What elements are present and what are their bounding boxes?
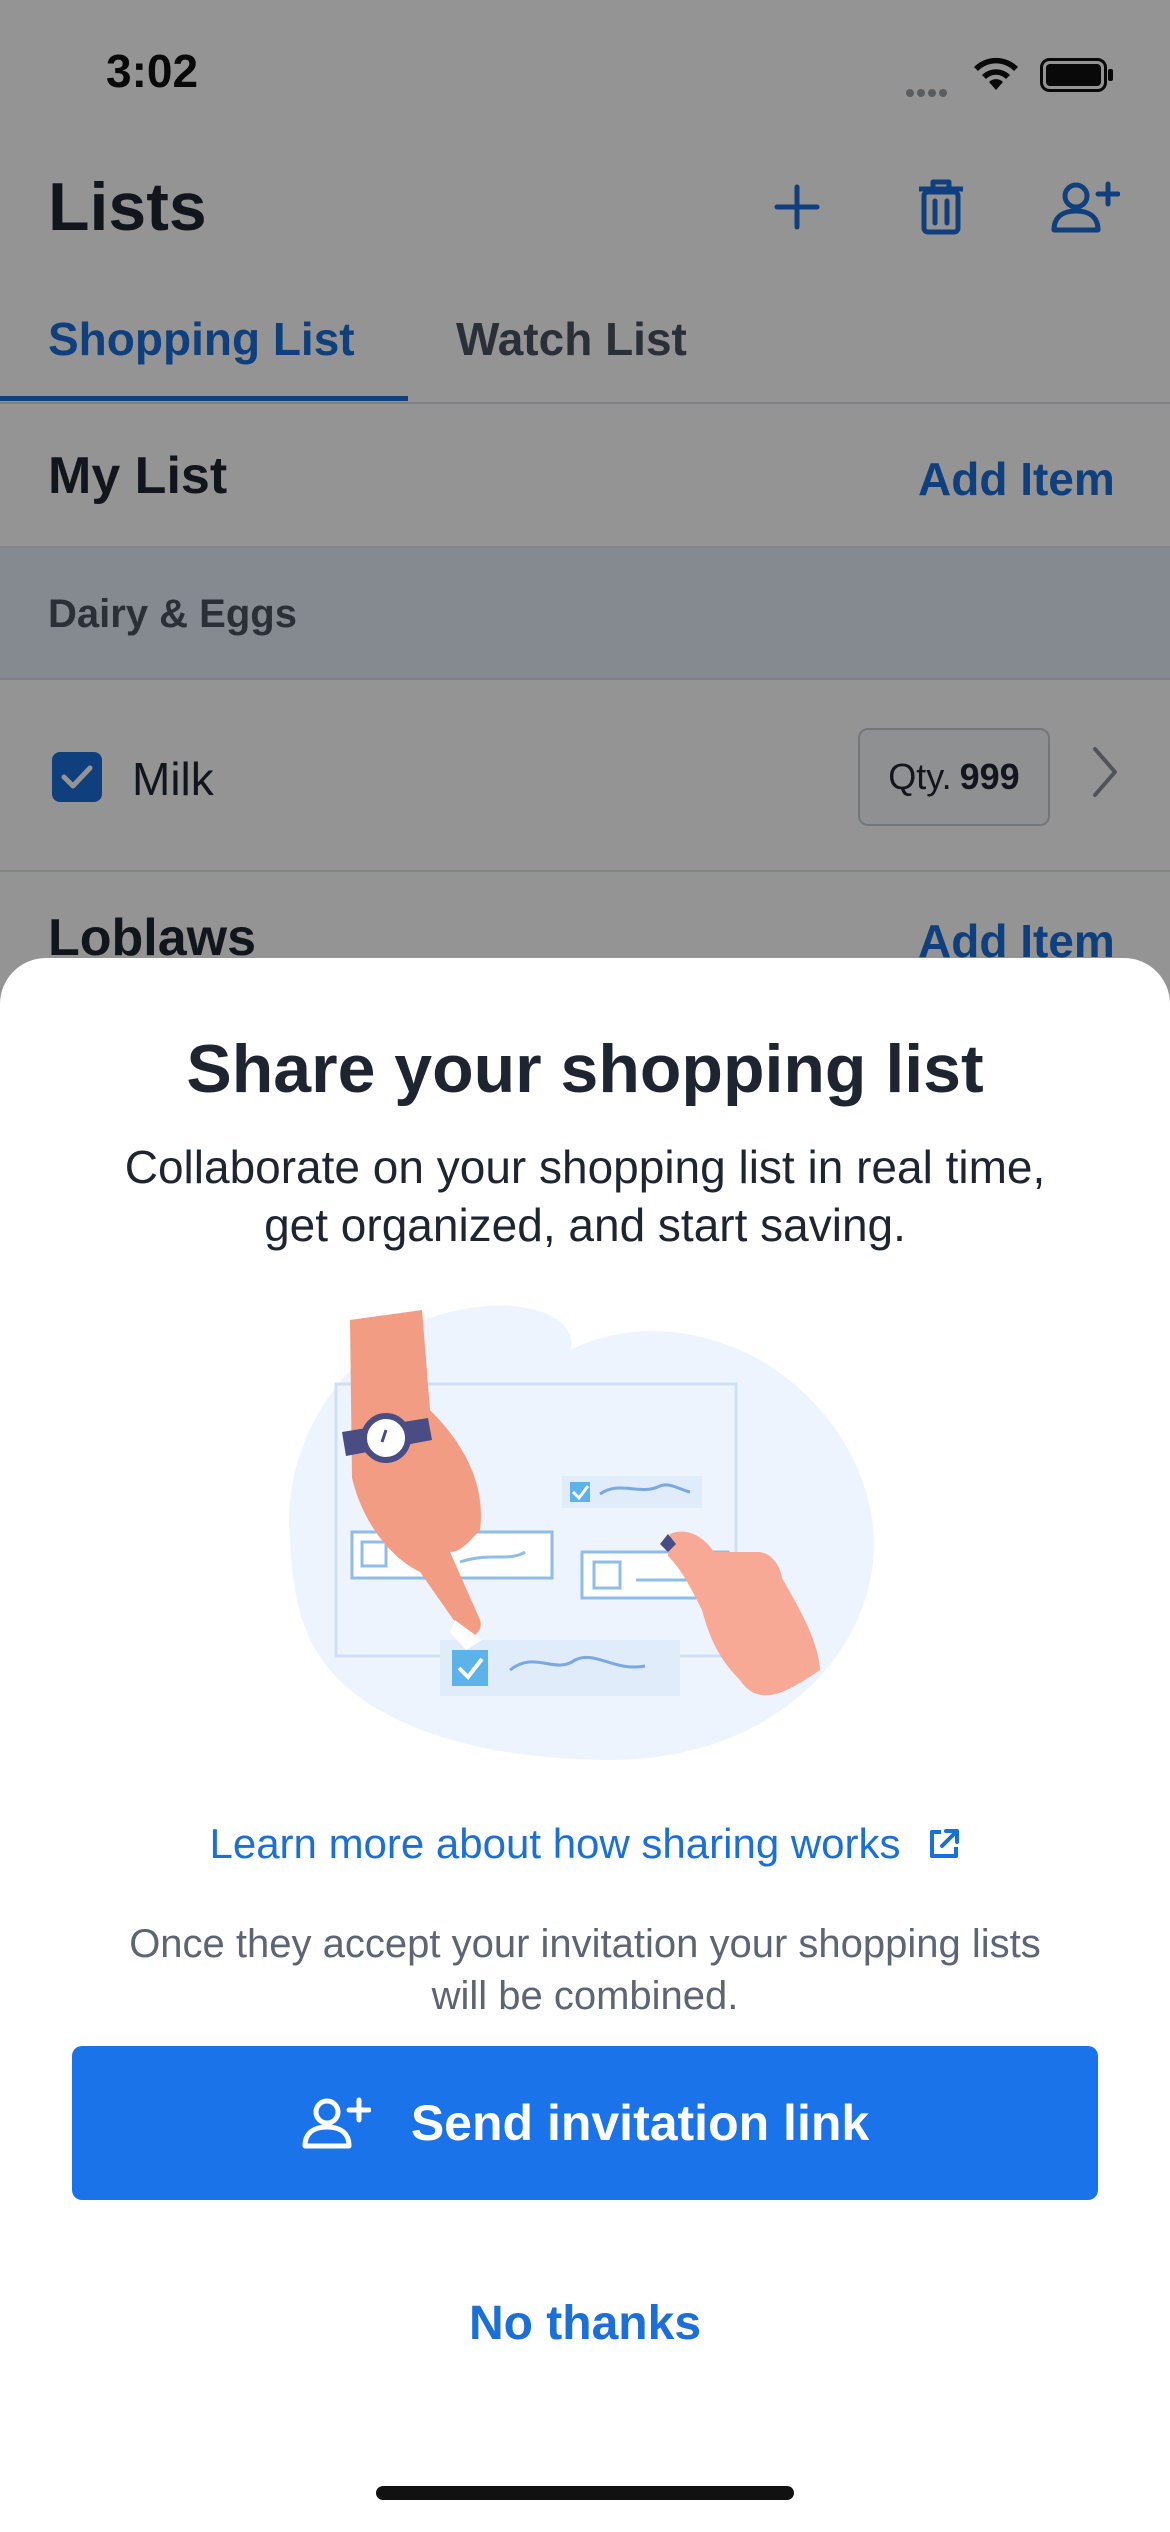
send-invitation-label: Send invitation link: [410, 2095, 870, 2151]
home-indicator: [376, 2486, 794, 2500]
external-link-icon: [929, 1829, 959, 1858]
person-add-icon: [302, 2097, 371, 2149]
description-line: Collaborate on your shopping list in rea…: [124, 1141, 1046, 1193]
learn-more-link[interactable]: Learn more about how sharing works: [0, 1820, 1170, 1868]
note-line: Once they accept your invitation your sh…: [129, 1922, 1041, 1966]
no-thanks-button[interactable]: No thanks: [0, 2296, 1170, 2351]
sheet-description: Collaborate on your shopping list in rea…: [60, 1138, 1110, 1254]
sheet-title: Share your shopping list: [186, 1031, 984, 1107]
note-line: will be combined.: [431, 1974, 739, 2018]
description-line: get organized, and start saving.: [264, 1199, 906, 1251]
send-invitation-button[interactable]: Send invitation link: [72, 2046, 1098, 2200]
learn-more-label: Learn more about how sharing works: [209, 1820, 901, 1867]
invitation-note: Once they accept your invitation your sh…: [70, 1918, 1100, 2022]
sharing-illustration: [289, 1305, 874, 1760]
